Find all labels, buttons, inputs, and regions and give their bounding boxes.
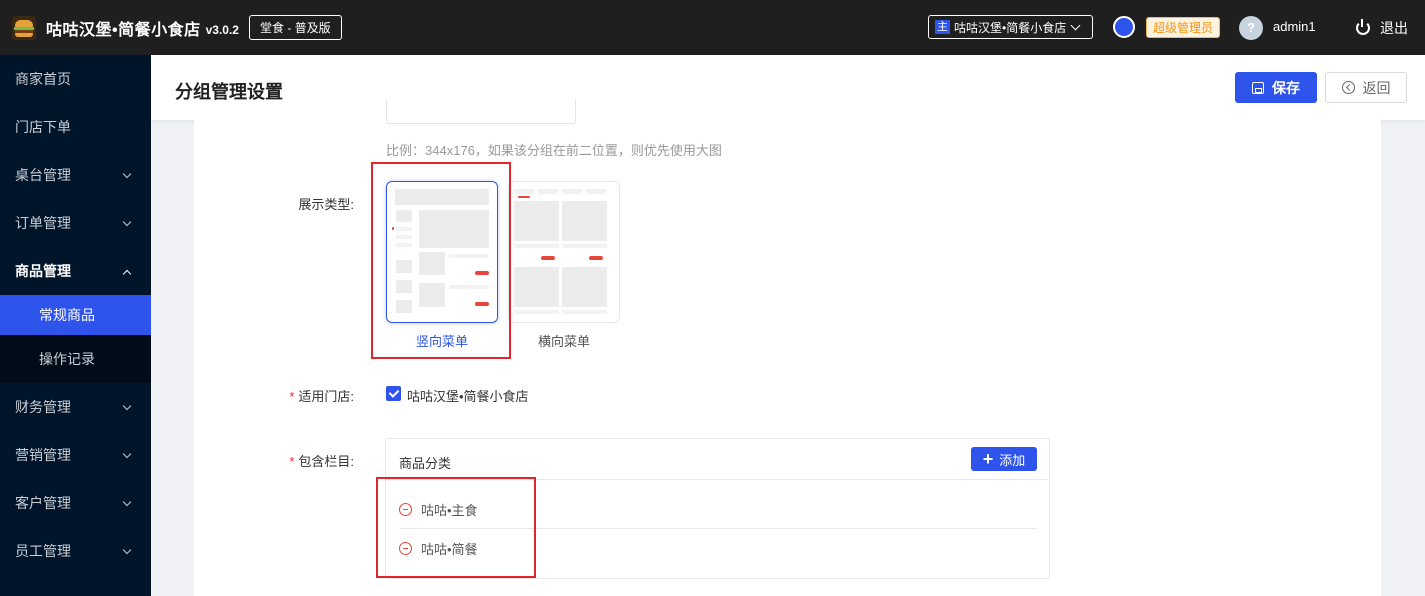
- page-title: 分组管理设置: [175, 82, 283, 102]
- logout-button[interactable]: 退出: [1356, 18, 1408, 38]
- display-type-horizontal-option[interactable]: [508, 181, 620, 323]
- sidebar-subitem-regular-products[interactable]: 常规商品: [0, 295, 151, 335]
- display-type-horizontal-label: 横向菜单: [537, 334, 590, 349]
- columns-label-text: 包含栏目:: [298, 454, 354, 469]
- highlight-box-categories: [376, 477, 536, 578]
- store-checkbox-label[interactable]: 咕咕汉堡•简餐小食店: [407, 386, 529, 405]
- username[interactable]: admin1: [1273, 19, 1316, 34]
- sidebar-item-label: 营销管理: [15, 447, 71, 463]
- required-asterisk: *: [289, 454, 295, 469]
- sidebar-item-products[interactable]: 商品管理: [0, 247, 151, 295]
- store-main-badge: 主: [935, 20, 950, 34]
- form-card: 比例：344x176，如果该分组在前二位置，则优先使用大图 展示类型: 竖向菜单: [194, 100, 1381, 596]
- role-badge: 超级管理员: [1146, 17, 1221, 38]
- chevron-down-icon: [122, 497, 132, 507]
- add-label: 添加: [999, 452, 1026, 468]
- sidebar-item-home[interactable]: 商家首页: [0, 55, 151, 103]
- page-header: 分组管理设置 保存 返回: [151, 55, 1425, 120]
- chevron-down-icon: [122, 449, 132, 459]
- chevron-up-icon: [122, 269, 132, 279]
- columns-label: * 包含栏目:: [194, 451, 354, 470]
- back-label: 返回: [1362, 79, 1391, 96]
- back-arrow-icon: [1341, 81, 1355, 94]
- top-bar: 咕咕汉堡•简餐小食店 v3.0.2 堂食 - 普及版 主 咕咕汉堡•简餐小食店 …: [0, 0, 1425, 55]
- chevron-down-icon: [122, 169, 132, 179]
- display-type-label: 展示类型:: [298, 197, 354, 212]
- avatar[interactable]: ?: [1239, 16, 1263, 40]
- app-title: 咕咕汉堡•简餐小食店: [46, 21, 201, 39]
- sidebar-subitem-operation-log[interactable]: 操作记录: [0, 335, 151, 383]
- store-checkbox[interactable]: [386, 386, 401, 401]
- required-asterisk: *: [289, 389, 295, 404]
- burger-logo-icon: [12, 15, 36, 40]
- store-selector[interactable]: 主 咕咕汉堡•简餐小食店: [928, 15, 1093, 39]
- sidebar-item-label: 商品管理: [15, 263, 71, 279]
- logout-label: 退出: [1380, 20, 1408, 36]
- edition-badge: 堂食 - 普及版: [248, 15, 342, 40]
- sidebar-item-label: 门店下单: [15, 119, 71, 135]
- highlight-box-display-type: [371, 162, 511, 359]
- store-label: * 适用门店:: [194, 386, 354, 405]
- add-category-button[interactable]: + 添加: [971, 447, 1037, 471]
- power-icon: [1356, 19, 1370, 35]
- sidebar: 商家首页 门店下单 桌台管理 订单管理 商品管理 常规商品 操作记录 财务管理 …: [0, 55, 151, 596]
- chevron-down-icon: [1070, 20, 1081, 30]
- sidebar-item-finance[interactable]: 财务管理: [0, 383, 151, 431]
- store-selector-label: 咕咕汉堡•简餐小食店: [954, 20, 1067, 35]
- sidebar-item-tables[interactable]: 桌台管理: [0, 151, 151, 199]
- sidebar-submenu: 常规商品 操作记录: [0, 295, 151, 383]
- sidebar-item-orders[interactable]: 订单管理: [0, 199, 151, 247]
- sidebar-item-staff[interactable]: 员工管理: [0, 527, 151, 575]
- sidebar-item-label: 商家首页: [15, 71, 71, 87]
- save-button[interactable]: 保存: [1235, 72, 1317, 103]
- sidebar-item-label: 财务管理: [15, 399, 71, 415]
- chevron-down-icon: [122, 217, 132, 227]
- sidebar-item-store-order[interactable]: 门店下单: [0, 103, 151, 151]
- sidebar-subitem-label: 操作记录: [39, 351, 95, 367]
- status-dot-icon[interactable]: [1113, 16, 1135, 38]
- app-version: v3.0.2: [205, 22, 239, 37]
- back-button[interactable]: 返回: [1325, 72, 1407, 103]
- chevron-down-icon: [122, 545, 132, 555]
- sidebar-item-customers[interactable]: 客户管理: [0, 479, 151, 527]
- sidebar-subitem-label: 常规商品: [39, 307, 95, 323]
- category-panel-header: 商品分类 + 添加: [386, 439, 1049, 480]
- image-ratio-hint: 比例：344x176，如果该分组在前二位置，则优先使用大图: [386, 143, 722, 158]
- store-label-text: 适用门店:: [298, 389, 354, 404]
- sidebar-item-label: 订单管理: [15, 215, 71, 231]
- sidebar-item-marketing[interactable]: 营销管理: [0, 431, 151, 479]
- chevron-down-icon: [122, 401, 132, 411]
- save-icon: [1252, 81, 1264, 94]
- category-panel-title: 商品分类: [399, 456, 452, 471]
- sidebar-item-label: 桌台管理: [15, 167, 71, 183]
- sidebar-item-label: 客户管理: [15, 495, 71, 511]
- image-upload-field[interactable]: [386, 100, 576, 124]
- plus-icon: +: [982, 449, 994, 469]
- save-label: 保存: [1272, 79, 1300, 96]
- sidebar-item-label: 员工管理: [15, 543, 71, 559]
